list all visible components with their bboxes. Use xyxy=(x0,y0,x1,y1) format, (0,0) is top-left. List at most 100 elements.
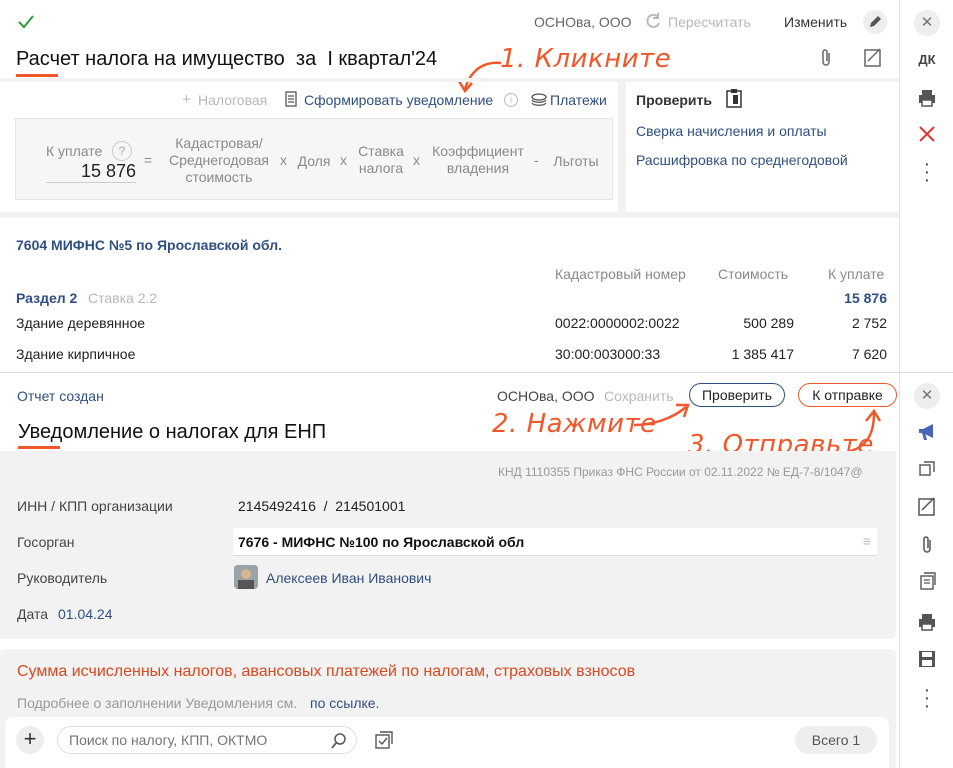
recalc-button[interactable]: Пересчитать xyxy=(668,14,751,30)
report-title: Уведомление о налогах для ЕНП xyxy=(18,421,327,443)
sums-card: Сумма исчисленных налогов, авансовых пла… xyxy=(0,649,896,768)
edit-button[interactable]: Изменить xyxy=(784,14,847,30)
pay-label: К уплате xyxy=(46,143,103,159)
arrow-annotation-2 xyxy=(633,403,690,427)
check-button[interactable]: Проверить xyxy=(689,383,785,407)
cadastral-label: Кадастровая/ Среднегодовая стоимость xyxy=(169,135,269,185)
select-icon[interactable] xyxy=(373,729,395,751)
send-button[interactable]: К отправке xyxy=(798,383,897,407)
save-icon[interactable] xyxy=(918,650,936,668)
average-breakdown-link[interactable]: Расшифровка по среднегодовой xyxy=(636,152,848,168)
signature-icon[interactable] xyxy=(916,496,938,518)
page-title: Расчет налога на имущество за I квартал'… xyxy=(16,48,438,70)
report-title-underline xyxy=(18,446,60,449)
col-cost: Стоимость xyxy=(718,266,789,282)
info-icon: i xyxy=(504,93,518,107)
tax-plus-icon[interactable]: + xyxy=(182,91,191,108)
printer-icon[interactable] xyxy=(917,88,937,108)
edit-icon[interactable] xyxy=(863,10,887,34)
row-number: 30:00:003000:33 xyxy=(555,346,661,362)
col-pay: К уплате xyxy=(828,266,885,282)
check-title: Проверить xyxy=(636,92,712,108)
dk-button[interactable]: ДК xyxy=(900,52,953,67)
eq-sign: = xyxy=(144,152,153,168)
row-pay: 7 620 xyxy=(851,346,887,362)
help-icon[interactable]: ? xyxy=(112,141,132,161)
minus-sign: - xyxy=(534,152,539,168)
details-card: КНД 1110355 Приказ ФНС России от 02.11.2… xyxy=(0,451,896,639)
search-icon[interactable] xyxy=(330,732,348,750)
inn-value: 2145492416 / 214501001 xyxy=(238,498,406,514)
report-panel: Отчет создан ОСНОва, ООО Сохранить Прове… xyxy=(0,373,899,768)
knd-text: КНД 1110355 Приказ ФНС России от 02.11.2… xyxy=(498,465,863,479)
rate-label: Ставка налога xyxy=(358,143,404,176)
payments-button[interactable]: Платежи xyxy=(550,92,607,108)
signature-icon[interactable] xyxy=(862,47,884,69)
sidebar-bottom: ✕ · · · xyxy=(899,373,953,768)
col-cadastral: Кадастровый номер xyxy=(555,266,686,282)
inn-label: ИНН / КПП организации xyxy=(17,498,173,514)
authority-field[interactable]: 7676 - МИФНС №100 по Ярославской обл ≡ xyxy=(233,528,877,556)
check-icon xyxy=(18,15,34,29)
avatar xyxy=(234,565,258,589)
tax-button[interactable]: Налоговая xyxy=(198,92,267,108)
authority-label: Госорган xyxy=(17,534,75,550)
close-icon[interactable]: ✕ xyxy=(900,383,953,409)
copy-icon[interactable] xyxy=(918,460,936,478)
add-button[interactable]: + xyxy=(16,726,44,754)
row-number: 0022:0000002:0022 xyxy=(555,315,680,331)
megaphone-icon[interactable] xyxy=(916,422,938,442)
band-2 xyxy=(0,212,899,218)
mult-3: x xyxy=(413,152,420,168)
menu-icon[interactable]: ≡ xyxy=(863,533,871,549)
benefits-label: Льготы xyxy=(553,153,599,169)
row-pay: 2 752 xyxy=(851,315,887,331)
row-cost: 1 385 417 xyxy=(731,346,794,362)
row-name: Здание деревянное xyxy=(16,315,146,331)
pay-value: 15 876 xyxy=(46,161,136,183)
mult-2: x xyxy=(340,152,347,168)
report-org: ОСНОва, ООО xyxy=(497,388,595,404)
delete-icon[interactable] xyxy=(918,125,936,143)
clipboard-icon[interactable] xyxy=(724,87,744,109)
arrow-annotation-3 xyxy=(849,408,882,453)
hint-text: Подробнее о заполнении Уведомления см. xyxy=(17,695,298,711)
mult-1: x xyxy=(280,152,287,168)
annotation-click: 1. Кликните xyxy=(500,44,672,74)
printer-icon[interactable] xyxy=(917,612,937,632)
row-cost: 500 289 xyxy=(743,315,794,331)
search-input[interactable] xyxy=(69,731,319,749)
vertical-divider xyxy=(618,82,626,214)
authority-value: 7676 - МИФНС №100 по Ярославской обл xyxy=(238,534,525,550)
total-badge: Всего 1 xyxy=(795,726,877,754)
share-label: Доля xyxy=(297,153,331,169)
head-value[interactable]: Алексеев Иван Иванович xyxy=(266,570,431,586)
more-icon[interactable]: · · · xyxy=(900,154,953,190)
sums-title: Сумма исчисленных налогов, авансовых пла… xyxy=(17,663,636,680)
head-label: Руководитель xyxy=(17,570,108,586)
documents-icon[interactable] xyxy=(917,571,937,591)
reconcile-link[interactable]: Сверка начисления и оплаты xyxy=(636,123,827,139)
recalc-icon[interactable] xyxy=(644,12,662,30)
authority-title: 7604 МИФНС №5 по Ярославской обл. xyxy=(16,237,282,253)
hint-link[interactable]: по ссылке. xyxy=(310,695,379,711)
date-value[interactable]: 01.04.24 xyxy=(58,606,113,622)
top-panel: ОСНОва, ООО Пересчитать Изменить Расчет … xyxy=(0,0,899,372)
report-status: Отчет создан xyxy=(17,388,104,404)
row-name: Здание кирпичное xyxy=(16,346,136,362)
paperclip-icon[interactable] xyxy=(919,535,935,555)
paperclip-icon[interactable] xyxy=(818,48,834,68)
section-rate: Ставка 2.2 xyxy=(88,290,158,306)
arrow-annotation-1 xyxy=(457,61,502,94)
title-underline xyxy=(16,74,58,77)
more-icon[interactable]: · · · xyxy=(900,680,953,716)
section-total: 15 876 xyxy=(844,290,887,306)
band xyxy=(0,78,899,82)
org-name: ОСНОва, ООО xyxy=(534,14,632,30)
form-notice-button[interactable]: Сформировать уведомление xyxy=(304,92,493,108)
sidebar-top: ✕ ДК · · · xyxy=(899,0,953,372)
document-icon xyxy=(285,91,297,107)
close-icon[interactable]: ✕ xyxy=(900,10,953,36)
coins-icon xyxy=(531,93,547,106)
search-field[interactable] xyxy=(57,726,357,754)
